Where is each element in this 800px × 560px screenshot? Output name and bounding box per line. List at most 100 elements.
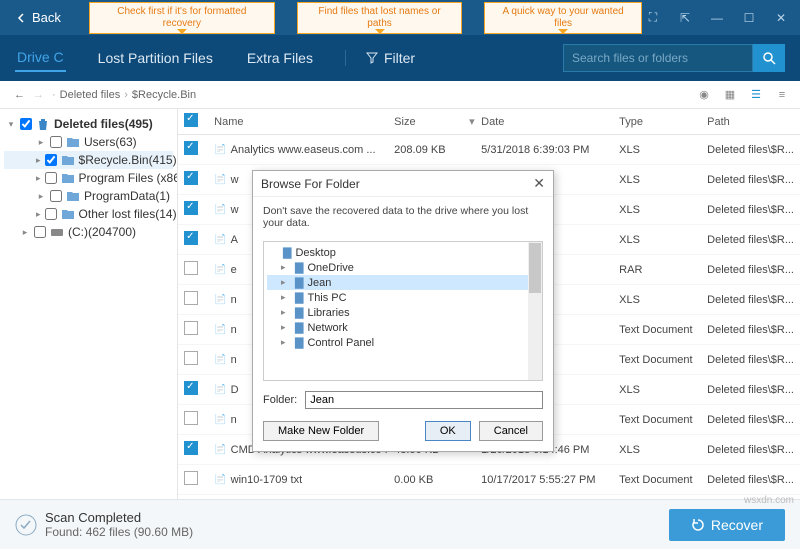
row-checkbox[interactable] bbox=[184, 171, 198, 185]
file-row[interactable]: 📄Analytics www.easeus.com ...208.09 KB5/… bbox=[178, 135, 800, 165]
tree-item[interactable]: ▸Users(63) bbox=[4, 133, 173, 151]
window-pin-icon[interactable]: ⇱ bbox=[674, 7, 696, 29]
folder-icon bbox=[61, 171, 75, 185]
dialog-tree-item[interactable]: ▇Desktop bbox=[267, 245, 539, 260]
row-checkbox[interactable] bbox=[184, 471, 198, 485]
folder-icon: ▇ bbox=[295, 336, 303, 349]
dialog-close-icon[interactable]: ✕ bbox=[533, 175, 545, 192]
row-checkbox[interactable] bbox=[184, 351, 198, 365]
folder-icon: ▇ bbox=[295, 261, 303, 274]
tree-item[interactable]: ▸Program Files (x86)(2) bbox=[4, 169, 173, 187]
tree-checkbox[interactable] bbox=[34, 226, 46, 238]
file-icon: 📄 bbox=[214, 414, 226, 425]
breadcrumb-root[interactable]: Deleted files bbox=[60, 89, 121, 101]
file-icon: 📄 bbox=[214, 474, 226, 485]
tab-extra-files[interactable]: Extra Files bbox=[245, 45, 315, 71]
check-circle-icon bbox=[15, 514, 37, 536]
tooltip-formatted: Check first if it's for formatted recove… bbox=[89, 2, 275, 34]
view-grid-icon[interactable]: ▦ bbox=[722, 87, 738, 103]
status-text: Scan Completed Found: 462 files (90.60 M… bbox=[45, 510, 193, 539]
search-icon bbox=[762, 51, 776, 65]
select-all-checkbox[interactable] bbox=[184, 113, 198, 127]
tooltip-filter: A quick way to your wanted files bbox=[484, 2, 642, 34]
tree-checkbox[interactable] bbox=[50, 136, 62, 148]
cancel-button[interactable]: Cancel bbox=[479, 421, 543, 441]
tab-lost-partition[interactable]: Lost Partition Files bbox=[96, 45, 215, 71]
search-button[interactable] bbox=[753, 44, 785, 72]
folder-tree: ▾ Deleted files(495) ▸Users(63)▸$Recycle… bbox=[0, 109, 178, 499]
row-checkbox[interactable] bbox=[184, 321, 198, 335]
breadcrumb: ← → · Deleted files › $Recycle.Bin ◉ ▦ ☰… bbox=[0, 81, 800, 109]
dialog-tree-item[interactable]: ▸▇Control Panel bbox=[267, 335, 539, 350]
folder-label: Folder: bbox=[263, 394, 297, 406]
dialog-title: Browse For Folder bbox=[261, 177, 360, 191]
dialog-scrollbar[interactable] bbox=[528, 242, 542, 380]
col-path[interactable]: Path bbox=[701, 116, 800, 128]
tree-item[interactable]: ▸Other lost files(14) bbox=[4, 205, 173, 223]
window-fit-icon[interactable]: ⛶ bbox=[642, 7, 664, 29]
tree-drive-c[interactable]: ▸ (C:)(204700) bbox=[4, 223, 173, 241]
file-icon: 📄 bbox=[214, 384, 226, 395]
tree-checkbox[interactable] bbox=[50, 190, 62, 202]
dialog-tree-item[interactable]: ▸▇Network bbox=[267, 320, 539, 335]
file-icon: 📄 bbox=[214, 174, 226, 185]
dialog-tree-item[interactable]: ▸▇OneDrive bbox=[267, 260, 539, 275]
row-checkbox[interactable] bbox=[184, 381, 198, 395]
row-checkbox[interactable] bbox=[184, 141, 198, 155]
folder-icon: ▇ bbox=[283, 246, 291, 259]
folder-icon: ▇ bbox=[295, 291, 303, 304]
col-date[interactable]: Date bbox=[475, 116, 613, 128]
tree-item[interactable]: ▸ProgramData(1) bbox=[4, 187, 173, 205]
dialog-tree-item[interactable]: ▸▇This PC bbox=[267, 290, 539, 305]
ok-button[interactable]: OK bbox=[425, 421, 471, 441]
tree-checkbox[interactable] bbox=[45, 208, 57, 220]
trash-icon bbox=[36, 117, 50, 131]
tree-checkbox[interactable] bbox=[45, 154, 57, 166]
tree-checkbox[interactable] bbox=[20, 118, 32, 130]
col-name[interactable]: Name bbox=[208, 116, 388, 128]
file-icon: 📄 bbox=[214, 354, 226, 365]
file-row[interactable]: 📄win10-1709 txt0.00 KB10/17/2017 5:55:27… bbox=[178, 465, 800, 495]
row-checkbox[interactable] bbox=[184, 441, 198, 455]
row-checkbox[interactable] bbox=[184, 411, 198, 425]
folder-input[interactable] bbox=[305, 391, 543, 409]
recover-button[interactable]: Recover bbox=[669, 509, 785, 541]
tooltip-row: Check first if it's for formatted recove… bbox=[89, 2, 642, 34]
drive-icon bbox=[50, 225, 64, 239]
file-icon: 📄 bbox=[214, 264, 226, 275]
back-button[interactable]: Back bbox=[8, 6, 69, 29]
folder-icon: ▇ bbox=[295, 306, 303, 319]
col-type[interactable]: Type bbox=[613, 116, 701, 128]
col-size[interactable]: Size bbox=[388, 116, 463, 128]
nav-back-icon[interactable]: ← bbox=[10, 89, 29, 101]
tree-root-deleted[interactable]: ▾ Deleted files(495) bbox=[4, 115, 173, 133]
tab-drive-c[interactable]: Drive C bbox=[15, 44, 66, 72]
dialog-tree-item[interactable]: ▸▇Libraries bbox=[267, 305, 539, 320]
funnel-icon bbox=[366, 52, 378, 64]
close-icon[interactable]: ✕ bbox=[770, 7, 792, 29]
row-checkbox[interactable] bbox=[184, 291, 198, 305]
nav-fwd-icon[interactable]: → bbox=[29, 89, 48, 101]
row-checkbox[interactable] bbox=[184, 201, 198, 215]
file-icon: 📄 bbox=[214, 144, 226, 155]
folder-icon bbox=[61, 207, 75, 221]
minimize-icon[interactable]: — bbox=[706, 7, 728, 29]
breadcrumb-leaf[interactable]: $Recycle.Bin bbox=[132, 89, 196, 101]
maximize-icon[interactable]: ☐ bbox=[738, 7, 760, 29]
tree-checkbox[interactable] bbox=[45, 172, 57, 184]
make-new-folder-button[interactable]: Make New Folder bbox=[263, 421, 379, 441]
dialog-tree-item[interactable]: ▸▇Jean bbox=[267, 275, 539, 290]
file-icon: 📄 bbox=[214, 324, 226, 335]
filter-button[interactable]: Filter bbox=[345, 50, 415, 66]
sort-icon[interactable]: ▾ bbox=[463, 115, 475, 128]
search-input[interactable] bbox=[563, 44, 753, 72]
file-icon: 📄 bbox=[214, 234, 226, 245]
file-header: Name Size ▾ Date Type Path bbox=[178, 109, 800, 135]
dialog-message: Don't save the recovered data to the dri… bbox=[253, 197, 553, 237]
tree-item[interactable]: ▸$Recycle.Bin(415) bbox=[4, 151, 173, 169]
view-list-icon[interactable]: ☰ bbox=[748, 87, 764, 103]
row-checkbox[interactable] bbox=[184, 261, 198, 275]
view-preview-icon[interactable]: ◉ bbox=[696, 87, 712, 103]
view-detail-icon[interactable]: ≡ bbox=[774, 87, 790, 103]
row-checkbox[interactable] bbox=[184, 231, 198, 245]
